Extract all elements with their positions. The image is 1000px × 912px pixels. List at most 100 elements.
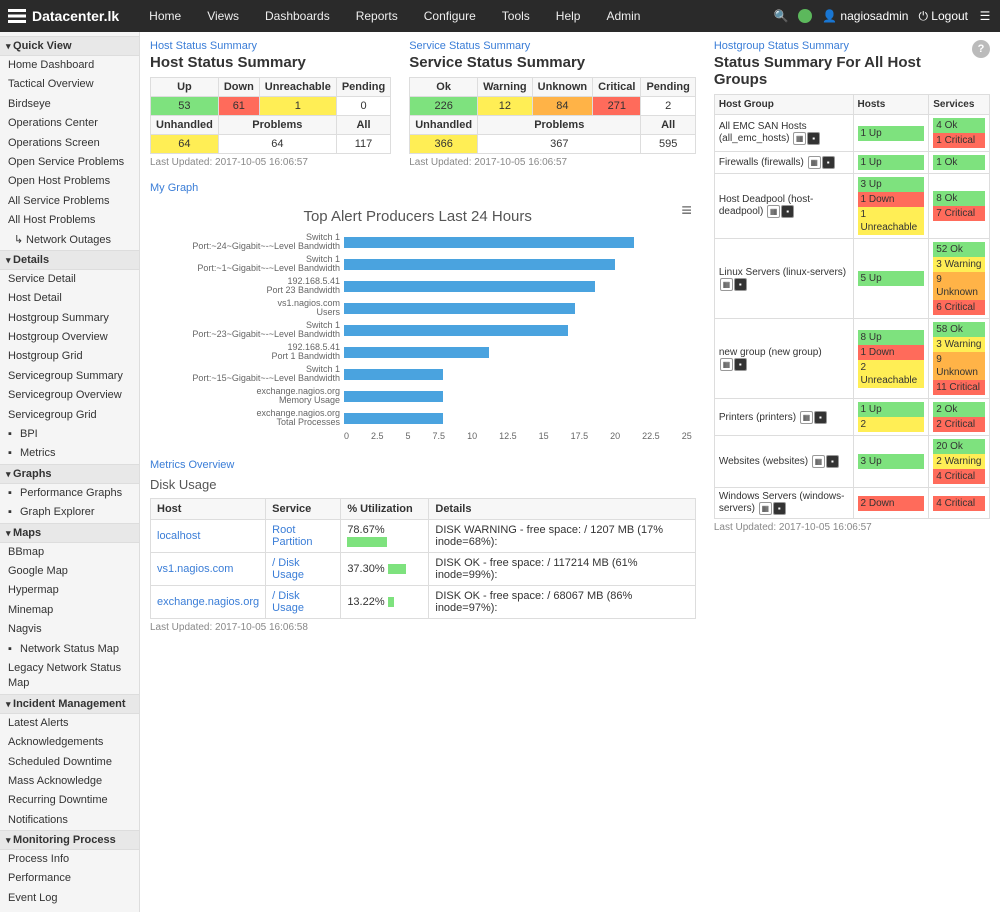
sidebar-item[interactable]: Hypermap: [0, 581, 139, 600]
detail-icon[interactable]: ▪: [781, 205, 794, 218]
status-pill[interactable]: 2 Critical: [933, 417, 985, 432]
grid-icon[interactable]: ▦: [812, 455, 825, 468]
sidebar-item[interactable]: ▪Graph Explorer: [0, 503, 139, 522]
sidebar-item[interactable]: Open Service Problems: [0, 153, 139, 172]
sidebar-item[interactable]: Hostgroup Overview: [0, 328, 139, 347]
chart-menu-icon[interactable]: ≡: [681, 200, 692, 221]
sidebar-item[interactable]: Servicegroup Summary: [0, 367, 139, 386]
metrics-link[interactable]: Metrics Overview: [150, 459, 696, 471]
status-pill[interactable]: 1 Down: [858, 345, 925, 360]
status-indicator-icon[interactable]: [798, 9, 812, 23]
status-pill[interactable]: 5 Up: [858, 271, 925, 286]
sidebar-item[interactable]: Notifications: [0, 811, 139, 830]
grid-icon[interactable]: ▦: [720, 358, 733, 371]
sidebar-item[interactable]: Servicegroup Overview: [0, 386, 139, 405]
detail-icon[interactable]: ▪: [814, 411, 827, 424]
sidebar-item[interactable]: Legacy Network Status Map: [0, 659, 139, 694]
status-pill[interactable]: 4 Ok: [933, 118, 985, 133]
grid-icon[interactable]: ▦: [800, 411, 813, 424]
status-pill[interactable]: 1 Unreachable: [858, 207, 925, 235]
status-pill[interactable]: 3 Up: [858, 454, 925, 469]
sidebar-item[interactable]: Recurring Downtime: [0, 791, 139, 810]
status-cell[interactable]: 2: [641, 97, 695, 116]
sidebar-header[interactable]: Details: [0, 250, 139, 270]
status-cell[interactable]: 595: [641, 135, 695, 154]
nav-home[interactable]: Home: [137, 1, 193, 31]
chart-bar[interactable]: [344, 281, 595, 292]
nav-views[interactable]: Views: [195, 1, 251, 31]
sidebar-item[interactable]: ↳Network Outages: [0, 231, 139, 250]
status-pill[interactable]: 1 Up: [858, 402, 925, 417]
hostgroup-name[interactable]: Printers (printers) ▦▪: [714, 399, 853, 436]
nav-configure[interactable]: Configure: [412, 1, 488, 31]
detail-icon[interactable]: ▪: [773, 502, 786, 515]
nav-reports[interactable]: Reports: [344, 1, 410, 31]
hamburger-icon[interactable]: ☰: [978, 9, 992, 23]
sidebar-item[interactable]: ▪Performance Graphs: [0, 484, 139, 503]
nav-tools[interactable]: Tools: [490, 1, 542, 31]
nav-dashboards[interactable]: Dashboards: [253, 1, 342, 31]
my-graph-link[interactable]: My Graph: [150, 182, 696, 194]
sidebar-item[interactable]: Tactical Overview: [0, 75, 139, 94]
status-pill[interactable]: 58 Ok: [933, 322, 985, 337]
host-link[interactable]: vs1.nagios.com: [157, 563, 233, 575]
nav-help[interactable]: Help: [544, 1, 593, 31]
sidebar-item[interactable]: Operations Screen: [0, 134, 139, 153]
chart-bar[interactable]: [344, 259, 615, 270]
status-pill[interactable]: 9 Unknown: [933, 272, 985, 300]
sidebar-item[interactable]: Birdseye: [0, 95, 139, 114]
sidebar-header[interactable]: Maps: [0, 523, 139, 543]
status-cell[interactable]: 117: [336, 135, 390, 154]
status-pill[interactable]: 1 Up: [858, 126, 925, 141]
sidebar-item[interactable]: Performance: [0, 869, 139, 888]
status-cell[interactable]: 64: [151, 135, 219, 154]
sidebar-item[interactable]: Open Host Problems: [0, 172, 139, 191]
hostgroup-name[interactable]: All EMC SAN Hosts (all_emc_hosts) ▦▪: [714, 115, 853, 152]
search-icon[interactable]: 🔍: [774, 9, 788, 23]
status-cell[interactable]: 367: [478, 135, 641, 154]
status-pill[interactable]: 1 Ok: [933, 155, 985, 170]
sidebar-item[interactable]: Hostgroup Grid: [0, 347, 139, 366]
status-pill[interactable]: 20 Ok: [933, 439, 985, 454]
sidebar-item[interactable]: ▪BPI: [0, 425, 139, 444]
grid-icon[interactable]: ▦: [793, 132, 806, 145]
detail-icon[interactable]: ▪: [734, 358, 747, 371]
chart-bar[interactable]: [344, 347, 489, 358]
status-pill[interactable]: 3 Warning: [933, 257, 985, 272]
status-cell[interactable]: 61: [218, 97, 259, 116]
sidebar-item[interactable]: Process Info: [0, 850, 139, 869]
sidebar-item[interactable]: Nagvis: [0, 620, 139, 639]
sidebar-header[interactable]: Quick View: [0, 36, 139, 56]
service-link[interactable]: Root Partition: [272, 524, 312, 548]
detail-icon[interactable]: ▪: [826, 455, 839, 468]
status-pill[interactable]: 1 Up: [858, 155, 925, 170]
logout-link[interactable]: ⏻ Logout: [918, 9, 968, 24]
sidebar-item[interactable]: Event Log: [0, 889, 139, 908]
status-pill[interactable]: 2 Down: [858, 496, 925, 511]
sidebar-item[interactable]: Servicegroup Grid: [0, 406, 139, 425]
hostgroup-link[interactable]: Hostgroup Status Summary: [714, 40, 990, 52]
status-pill[interactable]: 1 Down: [858, 192, 925, 207]
detail-icon[interactable]: ▪: [734, 278, 747, 291]
status-pill[interactable]: 1 Critical: [933, 133, 985, 148]
chart-bar[interactable]: [344, 391, 443, 402]
sidebar-item[interactable]: All Service Problems: [0, 192, 139, 211]
brand-logo[interactable]: Datacenter.lk: [8, 8, 119, 24]
status-pill[interactable]: 3 Warning: [933, 337, 985, 352]
sidebar-header[interactable]: Graphs: [0, 464, 139, 484]
service-status-link[interactable]: Service Status Summary: [409, 40, 696, 52]
sidebar-item[interactable]: Latest Alerts: [0, 714, 139, 733]
sidebar-item[interactable]: Operations Center: [0, 114, 139, 133]
grid-icon[interactable]: ▦: [720, 278, 733, 291]
hostgroup-name[interactable]: Firewalls (firewalls) ▦▪: [714, 152, 853, 174]
chart-bar[interactable]: [344, 413, 443, 424]
host-link[interactable]: localhost: [157, 530, 200, 542]
status-pill[interactable]: 3 Up: [858, 177, 925, 192]
status-pill[interactable]: 2: [858, 417, 925, 432]
status-pill[interactable]: 4 Critical: [933, 469, 985, 484]
sidebar-item[interactable]: Google Map: [0, 562, 139, 581]
host-status-link[interactable]: Host Status Summary: [150, 40, 391, 52]
status-pill[interactable]: 4 Critical: [933, 496, 985, 511]
detail-icon[interactable]: ▪: [807, 132, 820, 145]
chart-bar[interactable]: [344, 369, 443, 380]
